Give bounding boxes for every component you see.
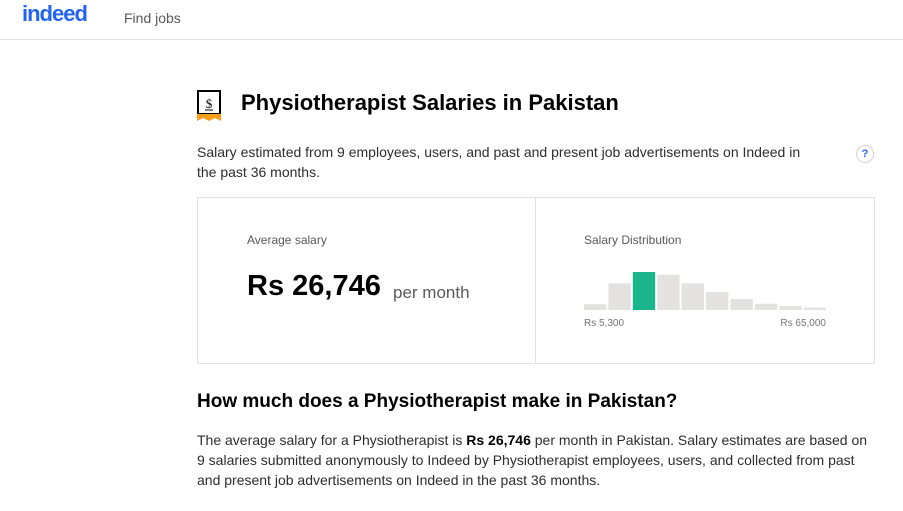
distribution-bar-highlighted bbox=[632, 272, 656, 310]
help-button[interactable]: ? bbox=[856, 145, 874, 163]
distribution-bar bbox=[779, 306, 802, 310]
distribution-min-label: Rs 5,300 bbox=[584, 318, 625, 329]
distribution-bar bbox=[608, 283, 631, 310]
distribution-bar bbox=[803, 307, 826, 310]
salary-distribution-label: Salary Distribution bbox=[584, 233, 682, 247]
distribution-bar bbox=[584, 304, 607, 310]
indeed-logo[interactable]: indeed bbox=[22, 1, 88, 27]
top-navigation-bar: indeed Find jobs bbox=[0, 0, 903, 40]
page-title: Physiotherapist Salaries in Pakistan bbox=[241, 90, 619, 115]
salary-summary-card: Average salary Rs 26,746 per month Salar… bbox=[197, 197, 875, 364]
distribution-bar bbox=[754, 303, 778, 310]
card-divider bbox=[535, 198, 536, 363]
salary-distribution-chart bbox=[584, 272, 826, 310]
distribution-bar bbox=[681, 283, 704, 310]
description-average-salary: Rs 26,746 bbox=[466, 432, 531, 448]
distribution-max-label: Rs 65,000 bbox=[780, 318, 826, 329]
salary-receipt-icon: $ bbox=[197, 90, 221, 121]
average-salary-value: Rs 26,746 bbox=[247, 270, 381, 302]
svg-text:$: $ bbox=[206, 96, 213, 111]
distribution-bar bbox=[730, 299, 753, 310]
average-salary-label: Average salary bbox=[247, 233, 327, 247]
section-heading: How much does a Physiotherapist make in … bbox=[197, 391, 678, 412]
nav-find-jobs-link[interactable]: Find jobs bbox=[124, 10, 181, 26]
distribution-bar bbox=[657, 274, 680, 310]
distribution-bar bbox=[706, 291, 729, 310]
description-text-pre: The average salary for a Physiotherapist… bbox=[197, 432, 467, 448]
average-salary-unit: per month bbox=[393, 283, 470, 302]
salary-description-paragraph: The average salary for a Physiotherapist… bbox=[197, 430, 877, 490]
salary-estimate-summary: Salary estimated from 9 employees, users… bbox=[197, 144, 801, 180]
